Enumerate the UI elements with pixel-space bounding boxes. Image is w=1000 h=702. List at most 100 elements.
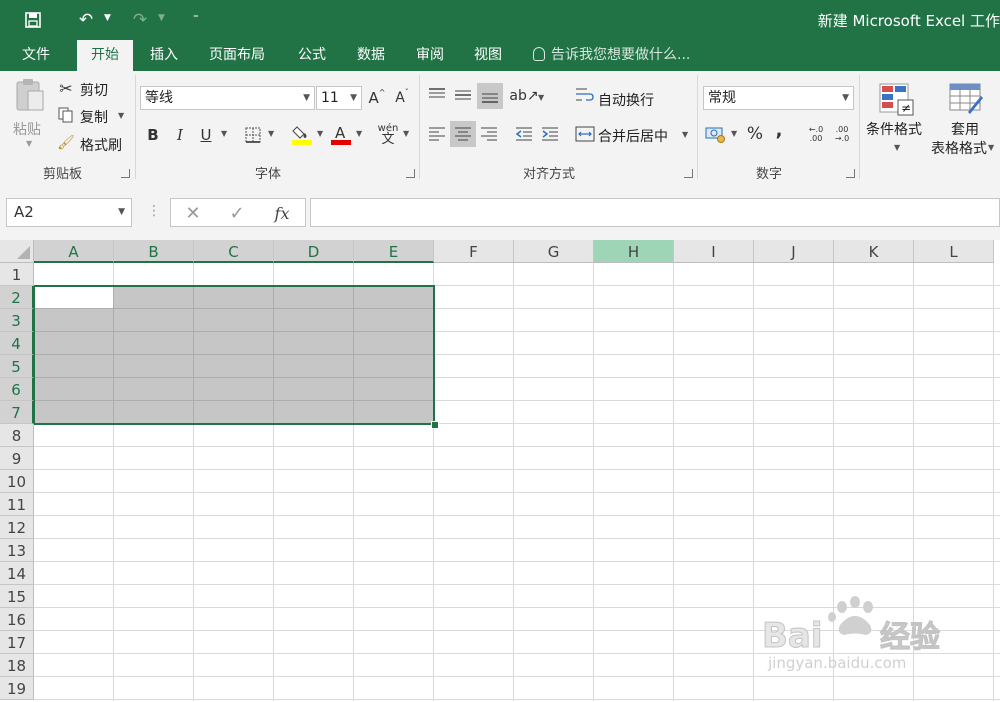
select-all-button[interactable] [0,240,34,263]
row-header-4[interactable]: 4 [0,332,34,355]
merge-center-button[interactable]: 合并后居中 [598,126,668,146]
decrease-decimal-icon[interactable]: .00 →.0 [830,122,854,146]
column-header-a[interactable]: A [34,240,114,263]
column-header-b[interactable]: B [114,240,194,263]
tab-formulas[interactable]: 公式 [288,40,336,71]
accounting-format-icon[interactable] [704,123,728,145]
fill-handle[interactable] [431,421,439,429]
conditional-format-dropdown-icon[interactable]: ▼ [894,143,900,152]
row-header-1[interactable]: 1 [0,263,34,286]
row-header-3[interactable]: 3 [0,309,34,332]
font-color-icon[interactable]: A [330,123,352,145]
row-header-17[interactable]: 17 [0,631,34,654]
tab-home[interactable]: 开始 [77,40,133,71]
decrease-font-size-icon[interactable]: Aˇ [392,88,412,108]
decrease-indent-icon[interactable] [512,122,536,146]
increase-decimal-icon[interactable]: ←.0.00 [804,122,828,146]
format-as-table-label-1[interactable]: 套用 [951,119,979,139]
row-header-15[interactable]: 15 [0,585,34,608]
row-header-12[interactable]: 12 [0,516,34,539]
bold-button[interactable]: B [143,124,163,146]
customize-toolbar-icon[interactable]: ⁼ [193,11,199,24]
font-name-select[interactable]: 等线 ▼ [140,86,315,110]
row-header-18[interactable]: 18 [0,654,34,677]
copy-button[interactable]: 复制 [80,107,108,127]
row-header-11[interactable]: 11 [0,493,34,516]
alignment-launcher-icon[interactable] [684,169,693,178]
format-as-table-label-2[interactable]: 表格格式 [931,138,987,158]
underline-button[interactable]: U [196,124,216,146]
underline-dropdown-icon[interactable]: ▼ [221,129,227,138]
align-middle-icon[interactable] [451,83,475,107]
row-header-14[interactable]: 14 [0,562,34,585]
row-header-19[interactable]: 19 [0,677,34,700]
row-header-9[interactable]: 9 [0,447,34,470]
cancel-icon[interactable]: ✕ [181,201,205,225]
format-as-table-icon[interactable] [946,81,986,117]
undo-icon[interactable]: ↶ [74,8,98,32]
column-header-e[interactable]: E [354,240,434,263]
column-header-f[interactable]: F [434,240,514,263]
row-header-6[interactable]: 6 [0,378,34,401]
undo-dropdown-icon[interactable]: ▼ [104,13,111,23]
align-bottom-icon[interactable] [477,83,503,109]
row-header-2[interactable]: 2 [0,286,34,309]
font-launcher-icon[interactable] [406,169,415,178]
paste-dropdown-icon[interactable]: ▼ [26,139,32,148]
comma-button[interactable]: , [771,119,787,141]
row-header-10[interactable]: 10 [0,470,34,493]
tab-insert[interactable]: 插入 [139,40,189,71]
row-header-16[interactable]: 16 [0,608,34,631]
accounting-dropdown-icon[interactable]: ▼ [731,129,737,138]
formula-input[interactable] [310,198,1000,227]
column-header-g[interactable]: G [514,240,594,263]
column-header-c[interactable]: C [194,240,274,263]
tell-me-search[interactable]: 告诉我您想要做什么... [533,40,690,71]
save-icon[interactable] [21,8,45,32]
column-header-h[interactable]: H [594,240,674,263]
row-header-13[interactable]: 13 [0,539,34,562]
format-as-table-dropdown-icon[interactable]: ▼ [988,143,994,152]
phonetic-icon[interactable]: wén 文 [376,121,400,147]
column-header-l[interactable]: L [914,240,994,263]
italic-button[interactable]: I [170,124,190,146]
column-header-k[interactable]: K [834,240,914,263]
align-right-icon[interactable] [477,122,501,146]
merge-center-dropdown-icon[interactable]: ▼ [682,130,688,139]
tab-file[interactable]: 文件 [10,40,62,71]
align-top-icon[interactable] [425,83,449,107]
conditional-format-icon[interactable]: ≠ [876,81,916,117]
column-header-d[interactable]: D [274,240,354,263]
number-launcher-icon[interactable] [846,169,855,178]
column-header-i[interactable]: I [674,240,754,263]
fill-color-dropdown-icon[interactable]: ▼ [317,129,323,138]
percent-button[interactable]: % [744,123,766,145]
paste-label[interactable]: 粘贴 [13,119,41,139]
tab-view[interactable]: 视图 [464,40,512,71]
tab-review[interactable]: 审阅 [406,40,454,71]
cut-button[interactable]: 剪切 [80,80,108,100]
tab-data[interactable]: 数据 [347,40,395,71]
row-header-5[interactable]: 5 [0,355,34,378]
tab-page-layout[interactable]: 页面布局 [197,40,277,71]
insert-function-button[interactable]: fx [269,201,295,225]
formula-bar-grip-icon[interactable]: ⋮ [147,203,161,219]
fill-color-icon[interactable] [291,123,313,145]
increase-indent-icon[interactable] [538,122,562,146]
phonetic-dropdown-icon[interactable]: ▼ [403,129,409,138]
increase-font-size-icon[interactable]: A ^ [367,88,387,108]
borders-icon[interactable] [243,125,263,145]
conditional-format-button[interactable]: 条件格式 [866,119,922,139]
align-center-icon[interactable] [450,121,476,147]
copy-dropdown-icon[interactable]: ▼ [118,111,124,120]
number-format-select[interactable]: 常规 ▼ [703,86,854,110]
font-color-dropdown-icon[interactable]: ▼ [356,129,362,138]
font-size-select[interactable]: 11 ▼ [316,86,362,110]
clipboard-launcher-icon[interactable] [121,169,130,178]
orientation-icon[interactable]: ab↗ [509,84,538,108]
align-left-icon[interactable] [425,122,449,146]
enter-icon[interactable]: ✓ [225,201,249,225]
format-painter-button[interactable]: 格式刷 [80,135,122,155]
row-header-7[interactable]: 7 [0,401,34,424]
name-box[interactable]: A2 ▼ [6,198,132,227]
